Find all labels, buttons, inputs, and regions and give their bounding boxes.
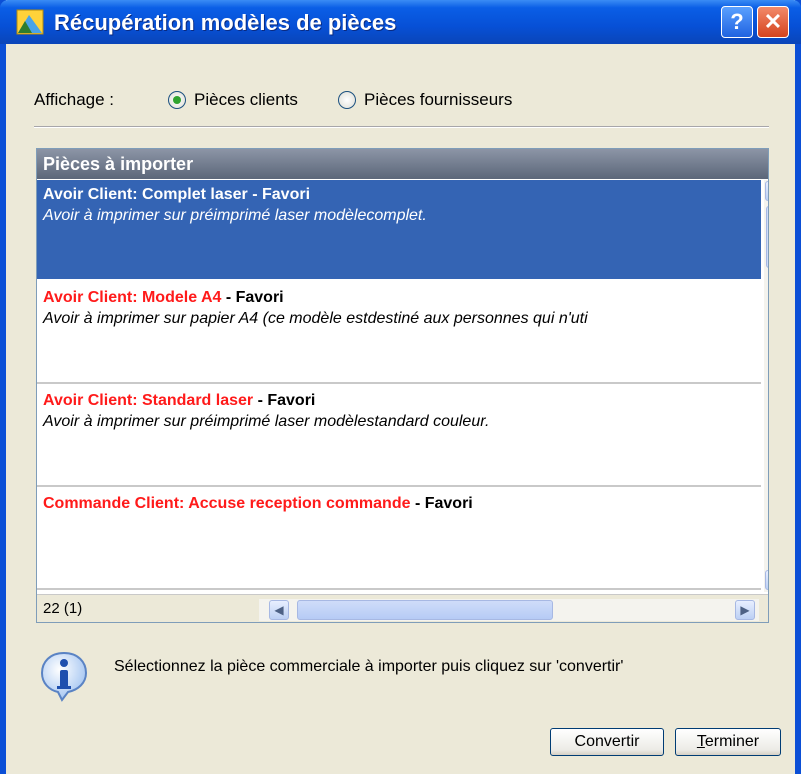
item-title: Avoir Client: Complet laser - Favori <box>43 186 761 204</box>
item-title: Avoir Client: Modele A4 - Favori <box>43 289 761 307</box>
list-item[interactable]: Commande Client: Accuse reception comman… <box>37 489 761 590</box>
info-message: Sélectionnez la pièce commerciale à impo… <box>114 658 624 675</box>
scroll-left-button[interactable]: ◀ <box>269 600 289 620</box>
item-title: Commande Client: Accuse reception comman… <box>43 495 761 513</box>
item-count: 22 (1) <box>43 600 83 617</box>
item-name: Avoir Client: Modele A4 <box>43 289 222 306</box>
help-button[interactable]: ? <box>721 6 753 38</box>
display-label: Affichage : <box>34 90 115 109</box>
item-name: Avoir Client: Complet laser <box>43 186 248 203</box>
status-row: 22 (1) ◀ ▶ <box>37 594 768 622</box>
radio-pieces-fournisseurs[interactable] <box>338 91 356 109</box>
item-description: Avoir à imprimer sur préimprimé laser mo… <box>43 413 490 430</box>
radio-selected-dot <box>173 96 181 104</box>
dialog-window: Récupération modèles de pièces ? ✕ Affic… <box>0 0 801 774</box>
vertical-scrollbar[interactable]: ▲ ▼ <box>764 180 768 592</box>
app-icon <box>16 9 44 35</box>
separator <box>34 126 769 128</box>
finish-button[interactable]: Terminer <box>675 728 781 756</box>
title-bar[interactable]: Récupération modèles de pièces ? ✕ <box>0 0 801 44</box>
vertical-scroll-thumb[interactable] <box>766 206 768 268</box>
pieces-list: Pièces à importer Avoir Client: Complet … <box>36 148 769 623</box>
list-item[interactable]: Avoir Client: Standard laser - Favori Av… <box>37 386 761 487</box>
item-description: Avoir à imprimer sur papier A4 (ce modèl… <box>43 310 588 327</box>
item-description: Avoir à imprimer sur préimprimé laser mo… <box>43 207 427 224</box>
item-favorite: - Favori <box>247 186 311 203</box>
horizontal-scrollbar[interactable]: ◀ ▶ <box>259 599 759 621</box>
item-name: Commande Client: Accuse reception comman… <box>43 495 411 512</box>
scroll-down-button[interactable]: ▼ <box>765 570 768 590</box>
radio-label-pieces-fournisseurs[interactable]: Pièces fournisseurs <box>364 90 512 110</box>
item-title: Avoir Client: Standard laser - Favori <box>43 392 761 410</box>
item-favorite: - Favori <box>221 289 284 306</box>
list-item[interactable]: Avoir Client: Modele A4 - Favori Avoir à… <box>37 283 761 384</box>
horizontal-scroll-thumb[interactable] <box>297 600 553 620</box>
item-favorite: - Favori <box>410 495 473 512</box>
list-items: Avoir Client: Complet laser - Favori Avo… <box>37 180 761 592</box>
close-button[interactable]: ✕ <box>757 6 789 38</box>
list-header: Pièces à importer <box>37 149 768 179</box>
item-name: Avoir Client: Standard laser <box>43 392 254 409</box>
radio-pieces-clients[interactable] <box>168 91 186 109</box>
info-icon <box>40 651 88 702</box>
scroll-right-button[interactable]: ▶ <box>735 600 755 620</box>
radio-label-pieces-clients[interactable]: Pièces clients <box>194 90 298 110</box>
list-item[interactable]: Avoir Client: Complet laser - Favori Avo… <box>37 180 761 281</box>
window-title: Récupération modèles de pièces <box>54 10 397 35</box>
scroll-up-button[interactable]: ▲ <box>765 181 768 201</box>
item-favorite: - Favori <box>253 392 316 409</box>
convert-button[interactable]: Convertir <box>550 728 664 756</box>
